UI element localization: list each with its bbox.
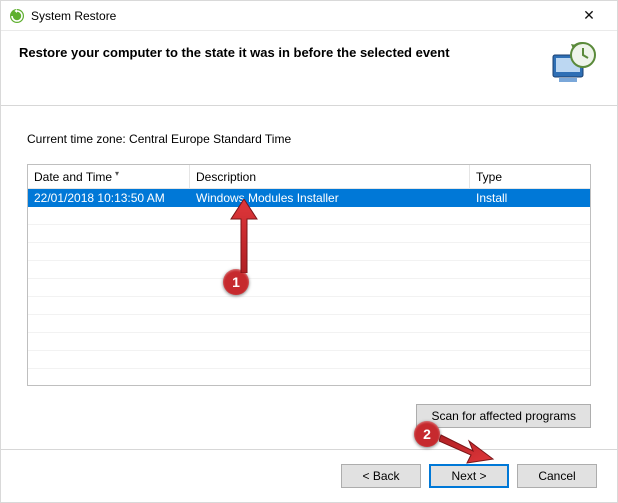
table-row-empty [28, 207, 590, 225]
col-header-date-label: Date and Time [34, 170, 112, 184]
content-area: Current time zone: Central Europe Standa… [1, 106, 617, 449]
system-restore-large-icon [549, 41, 597, 85]
col-header-description-label: Description [196, 170, 256, 184]
scan-row: Scan for affected programs [27, 404, 591, 428]
close-button[interactable]: ✕ [569, 1, 609, 30]
table-row-empty [28, 315, 590, 333]
cell-type: Install [470, 189, 590, 207]
table-row[interactable]: 22/01/2018 10:13:50 AM Windows Modules I… [28, 189, 590, 207]
page-headline: Restore your computer to the state it wa… [19, 41, 537, 60]
next-button[interactable]: Next > [429, 464, 509, 488]
col-header-description[interactable]: Description [190, 165, 470, 188]
time-zone-label: Current time zone: Central Europe Standa… [27, 132, 591, 146]
system-restore-window: System Restore ✕ Restore your computer t… [0, 0, 618, 503]
wizard-header: Restore your computer to the state it wa… [1, 31, 617, 106]
chevron-down-icon: ▾ [115, 169, 119, 178]
table-row-empty [28, 225, 590, 243]
col-header-date[interactable]: Date and Time ▾ [28, 165, 190, 188]
back-button[interactable]: < Back [341, 464, 421, 488]
titlebar: System Restore ✕ [1, 1, 617, 31]
table-row-empty [28, 351, 590, 369]
table-header: Date and Time ▾ Description Type [28, 165, 590, 189]
restore-points-table[interactable]: Date and Time ▾ Description Type 22/01/2… [27, 164, 591, 386]
col-header-type[interactable]: Type [470, 165, 590, 188]
cancel-button[interactable]: Cancel [517, 464, 597, 488]
col-header-type-label: Type [476, 170, 502, 184]
scan-affected-button[interactable]: Scan for affected programs [416, 404, 591, 428]
restore-icon [9, 8, 25, 24]
table-row-empty [28, 333, 590, 351]
window-title: System Restore [31, 9, 569, 23]
cell-description: Windows Modules Installer [190, 189, 470, 207]
table-row-empty [28, 243, 590, 261]
wizard-footer: < Back Next > Cancel [1, 449, 617, 502]
table-row-empty [28, 279, 590, 297]
table-row-empty [28, 261, 590, 279]
cell-date: 22/01/2018 10:13:50 AM [28, 189, 190, 207]
table-row-empty [28, 297, 590, 315]
